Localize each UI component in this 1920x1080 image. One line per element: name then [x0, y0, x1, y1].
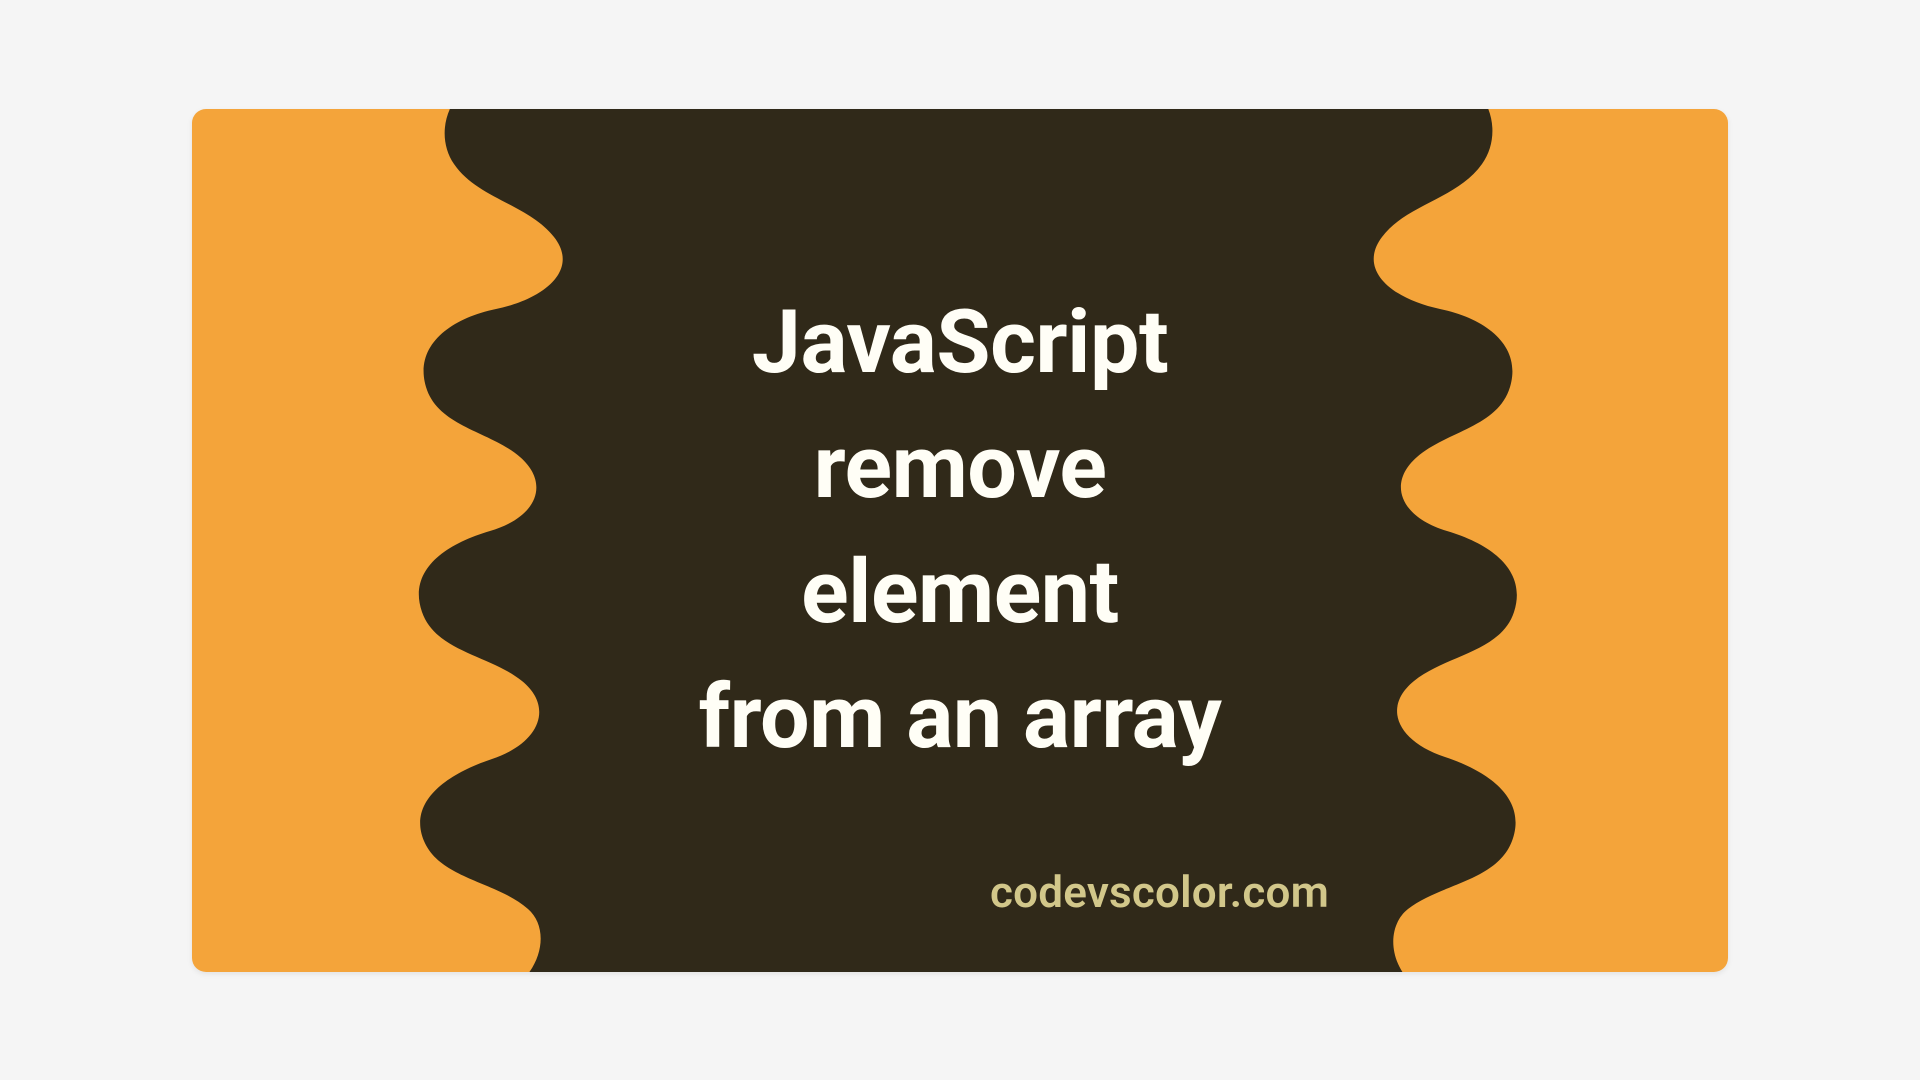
title-line-1: JavaScript	[699, 281, 1222, 406]
site-attribution: codevscolor.com	[990, 866, 1329, 918]
featured-card: JavaScript remove element from an array …	[192, 109, 1728, 972]
canvas-stage: JavaScript remove element from an array …	[0, 0, 1920, 1080]
title-line-2: remove	[699, 406, 1222, 531]
title-line-4: from an array	[699, 656, 1222, 781]
title-line-3: element	[699, 531, 1222, 656]
title: JavaScript remove element from an array	[699, 281, 1222, 781]
